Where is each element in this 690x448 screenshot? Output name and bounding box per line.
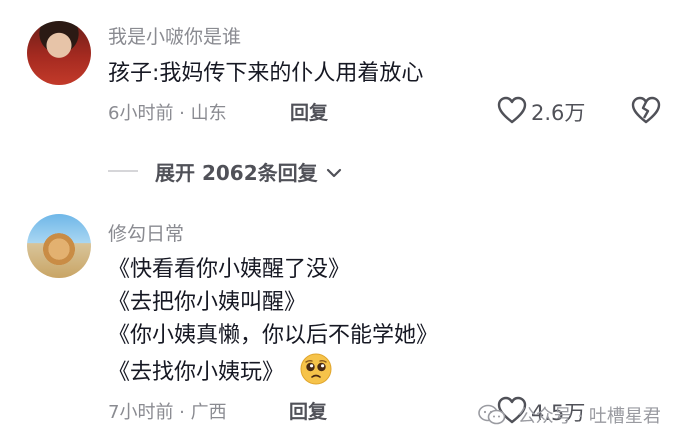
reply-button[interactable]: 回复 xyxy=(290,98,328,125)
expand-replies-label: 展开 2062条回复 xyxy=(155,161,318,185)
comment-meta: 7小时前 · 广西 xyxy=(108,402,227,423)
comment-line: 孩子:我妈传下来的仆人用着放心 xyxy=(108,61,424,86)
comment-line: 《快看看你小姨醒了没》 xyxy=(108,257,351,282)
like-count: 2.6万 xyxy=(531,101,586,125)
comment-line: 《去把你小姨叫醒》 xyxy=(108,290,307,315)
chevron-down-icon xyxy=(326,168,341,178)
avatar-image xyxy=(43,232,75,270)
watermark-text: 公众号 · 吐槽星君 xyxy=(517,406,661,427)
comment-line: 《去找你小姨玩》 xyxy=(108,360,285,385)
comment-text: 孩子:我妈传下来的仆人用着放心 xyxy=(108,57,423,90)
avatar[interactable] xyxy=(27,214,91,278)
heart-outline-icon[interactable] xyxy=(497,96,527,124)
expand-replies-button[interactable]: 展开 2062条回复 xyxy=(155,157,343,186)
avatar[interactable] xyxy=(27,21,91,85)
username[interactable]: 我是小啵你是谁 xyxy=(108,22,241,49)
username[interactable]: 修勾日常 xyxy=(108,219,184,246)
watermark: 公众号 · 吐槽星君 xyxy=(478,402,661,428)
comment-meta: 6小时前 · 山东 xyxy=(108,103,227,124)
divider xyxy=(108,170,138,172)
comment-line-with-emoji: 《去找你小姨玩》 xyxy=(108,352,438,389)
comment-text: 《快看看你小姨醒了没》 《去把你小姨叫醒》 《你小姨真懒，你以后不能学她》 《去… xyxy=(108,253,438,389)
pleading-face-emoji xyxy=(300,353,332,385)
reply-button[interactable]: 回复 xyxy=(289,397,327,424)
wechat-icon xyxy=(478,404,506,425)
broken-heart-icon[interactable] xyxy=(631,96,661,124)
comment-line: 《你小姨真懒，你以后不能学她》 xyxy=(108,323,439,348)
